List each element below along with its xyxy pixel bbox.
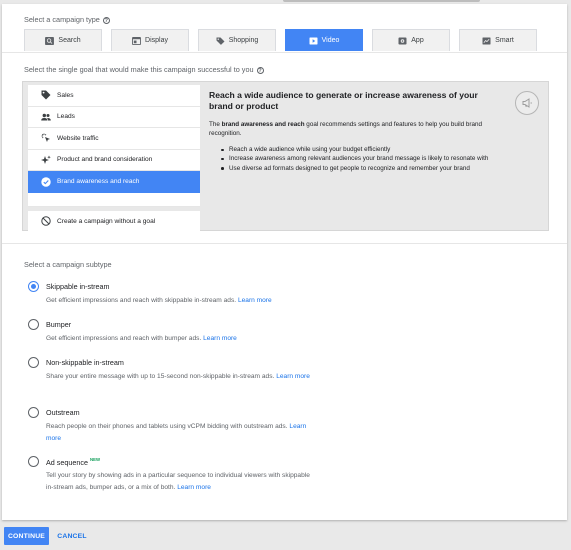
goal-bullet: Use diverse ad formats designed to get p… — [209, 164, 509, 173]
tab-smart-label: Smart — [495, 37, 514, 44]
learn-more-link[interactable]: Learn more — [238, 297, 272, 304]
goal-label-text: Select the single goal that would make t… — [24, 65, 254, 74]
footer-actions: CONTINUE CANCEL — [0, 522, 571, 550]
goal-list: Sales Leads Website traffic Product and … — [28, 85, 200, 232]
goal-section: Select the single goal that would make t… — [2, 54, 567, 244]
campaign-type-label: Select a campaign type? — [24, 15, 110, 24]
learn-more-link[interactable]: Learn more — [177, 484, 211, 491]
subtype-desc-text: Reach people on their phones and tablets… — [46, 423, 288, 430]
subtype-description: Get efficient impressions and reach with… — [46, 295, 314, 307]
cancel-button[interactable]: CANCEL — [54, 527, 90, 545]
goal-item-sales[interactable]: Sales — [28, 85, 200, 107]
subtype-title: Outstream — [46, 408, 80, 417]
goal-item-label: Product and brand consideration — [57, 156, 153, 164]
subtype-label: Select a campaign subtype — [24, 260, 112, 269]
goal-detail: Reach a wide audience to generate or inc… — [204, 85, 546, 229]
sparkle-icon — [40, 154, 51, 165]
campaign-type-tabs: Search Display Shopping Video App Smart — [24, 29, 546, 51]
tab-smart[interactable]: Smart — [459, 29, 537, 51]
app-icon — [398, 37, 407, 45]
video-icon — [309, 37, 318, 45]
tab-display-label: Display — [145, 37, 168, 44]
people-icon — [40, 111, 51, 122]
goal-desc-bold: brand awareness and reach — [221, 121, 305, 128]
tab-video[interactable]: Video — [285, 29, 363, 51]
goal-item-label: Brand awareness and reach — [57, 178, 140, 186]
learn-more-link[interactable]: Learn more — [203, 335, 237, 342]
subtype-description: Reach people on their phones and tablets… — [46, 421, 314, 445]
subtype-title-text: Ad sequence — [46, 458, 88, 467]
continue-button[interactable]: CONTINUE — [4, 527, 49, 545]
shopping-tag-icon — [216, 37, 225, 45]
display-icon — [132, 37, 141, 45]
subtype-desc-text: Get efficient impressions and reach with… — [46, 297, 237, 304]
campaign-type-label-text: Select a campaign type — [24, 15, 100, 24]
tab-display[interactable]: Display — [111, 29, 189, 51]
megaphone-icon — [515, 91, 539, 115]
cursor-click-icon — [40, 133, 51, 144]
subtype-title: Non-skippable in-stream — [46, 358, 124, 367]
tab-shopping[interactable]: Shopping — [198, 29, 276, 51]
goal-item-brand-awareness-reach[interactable]: Brand awareness and reach — [28, 171, 200, 193]
goal-item-leads[interactable]: Leads — [28, 106, 200, 128]
header-shadow — [283, 0, 480, 2]
subtype-radio-skippable[interactable] — [28, 281, 39, 292]
subtype-desc-text: Share your entire message with up to 15-… — [46, 373, 275, 380]
subtype-title: Bumper — [46, 320, 72, 329]
smart-icon — [482, 37, 491, 45]
goal-detail-bullets: Reach a wide audience while using your b… — [209, 145, 509, 173]
subtype-radio-outstream[interactable] — [28, 407, 39, 418]
goal-item-label: Leads — [57, 113, 75, 121]
goal-bullet: Increase awareness among relevant audien… — [209, 154, 509, 163]
goal-detail-description: The brand awareness and reach goal recom… — [209, 121, 499, 138]
goal-item-label: Website traffic — [57, 134, 99, 142]
subtype-description: Share your entire message with up to 15-… — [46, 371, 314, 383]
subtype-radio-bumper[interactable] — [28, 319, 39, 330]
subtype-desc-text: Get efficient impressions and reach with… — [46, 335, 202, 342]
goal-list-spacer — [28, 192, 200, 207]
subtype-section: Select a campaign subtype Skippable in-s… — [2, 245, 567, 520]
goal-item-label: Create a campaign without a goal — [57, 217, 156, 225]
help-icon[interactable]: ? — [102, 17, 110, 24]
subtype-title: Skippable in-stream — [46, 282, 110, 291]
goal-label: Select the single goal that would make t… — [24, 65, 264, 74]
check-circle-icon — [40, 176, 51, 187]
tag-icon — [40, 90, 51, 101]
new-badge: NEW — [89, 457, 100, 462]
goal-item-label: Sales — [57, 91, 74, 99]
goal-detail-title: Reach a wide audience to generate or inc… — [209, 90, 478, 111]
tab-search[interactable]: Search — [24, 29, 102, 51]
goal-item-no-goal[interactable]: Create a campaign without a goal — [28, 210, 200, 232]
tab-search-label: Search — [58, 37, 81, 44]
subtype-description: Tell your story by showing ads in a part… — [46, 470, 314, 494]
goal-panel: Sales Leads Website traffic Product and … — [22, 81, 549, 232]
goal-item-product-brand-consideration[interactable]: Product and brand consideration — [28, 149, 200, 171]
tab-app-label: App — [411, 37, 424, 44]
goal-desc-prefix: The — [209, 121, 222, 128]
campaign-card: Select a campaign type? Search Display S… — [2, 4, 567, 520]
search-icon — [45, 37, 55, 45]
learn-more-link[interactable]: Learn more — [276, 373, 310, 380]
subtype-title: Ad sequence NEW — [46, 457, 100, 467]
help-icon[interactable]: ? — [256, 67, 264, 74]
tab-app[interactable]: App — [372, 29, 450, 51]
no-goal-icon — [40, 216, 51, 227]
subtype-description: Get efficient impressions and reach with… — [46, 333, 314, 345]
campaign-type-section: Select a campaign type? Search Display S… — [2, 4, 567, 53]
tab-shopping-label: Shopping — [228, 37, 259, 44]
goal-bullet: Reach a wide audience while using your b… — [209, 145, 509, 154]
goal-item-website-traffic[interactable]: Website traffic — [28, 128, 200, 150]
subtype-radio-ad-sequence[interactable] — [28, 456, 39, 467]
tab-video-label: Video — [321, 37, 340, 44]
subtype-radio-non-skippable[interactable] — [28, 357, 39, 368]
